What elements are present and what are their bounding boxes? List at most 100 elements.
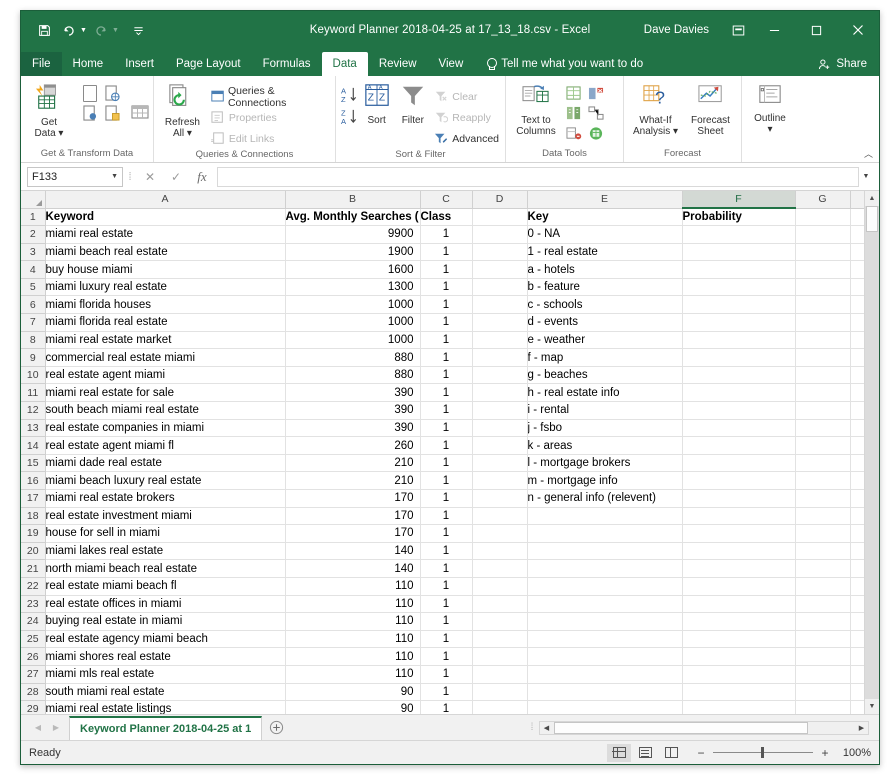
cell-e6[interactable]: c - schools — [527, 295, 683, 315]
cell-d29[interactable] — [472, 700, 528, 714]
cell-e10[interactable]: g - beaches — [527, 366, 683, 385]
cell-f7[interactable] — [682, 313, 796, 332]
vertical-scroll-thumb[interactable] — [866, 206, 878, 232]
row-header[interactable]: 26 — [21, 647, 46, 666]
consolidate-icon[interactable] — [565, 124, 583, 142]
cell-g16[interactable] — [795, 471, 851, 490]
cell-f13[interactable] — [682, 419, 796, 438]
cell-e20[interactable] — [527, 542, 683, 561]
cell-b8[interactable]: 1000 — [285, 331, 421, 350]
cell-f6[interactable] — [682, 295, 796, 315]
cell-h4[interactable] — [850, 260, 864, 279]
what-if-analysis-button[interactable]: ? What-If Analysis ▾ — [629, 81, 683, 137]
table-row[interactable]: 8 miami real estate market 1000 1 e - weathe… — [21, 331, 864, 350]
cell-f14[interactable] — [682, 436, 796, 455]
table-row[interactable]: 16 miami beach luxury real estate 210 1 m - … — [21, 471, 864, 490]
cell-g20[interactable] — [795, 542, 851, 561]
cell-f1[interactable]: Probability — [682, 208, 796, 227]
row-header[interactable]: 2 — [21, 225, 46, 244]
vertical-scrollbar[interactable]: ▲ ▼ — [864, 191, 879, 714]
cell-d16[interactable] — [472, 471, 528, 490]
row-header[interactable]: 21 — [21, 559, 46, 578]
cell-f20[interactable] — [682, 542, 796, 561]
row-header[interactable]: 13 — [21, 419, 46, 438]
sort-button[interactable]: ZZAA Sort — [360, 81, 393, 126]
row-header[interactable]: 23 — [21, 595, 46, 614]
tab-review[interactable]: Review — [368, 52, 428, 76]
cell-g27[interactable] — [795, 665, 851, 684]
row-header[interactable]: 14 — [21, 436, 46, 455]
cell-a3[interactable]: miami beach real estate — [45, 243, 286, 262]
cell-d8[interactable] — [472, 331, 528, 350]
cell-b23[interactable]: 110 — [285, 595, 421, 614]
user-account-name[interactable]: Dave Davies — [644, 24, 709, 36]
from-text-csv-icon[interactable] — [81, 84, 99, 102]
cell-a13[interactable]: real estate companies in miami — [45, 419, 286, 438]
cell-h27[interactable] — [850, 665, 864, 684]
row-header[interactable]: 8 — [21, 331, 46, 350]
cell-d7[interactable] — [472, 313, 528, 332]
table-row[interactable]: 20 miami lakes real estate 140 1 — [21, 542, 864, 561]
tab-file[interactable]: File — [21, 52, 62, 76]
cell-d5[interactable] — [472, 278, 528, 297]
sheet-tab-active[interactable]: Keyword Planner 2018-04-25 at 1 — [69, 715, 263, 740]
cell-d4[interactable] — [472, 260, 528, 279]
cell-h9[interactable] — [850, 348, 864, 367]
table-row[interactable]: 21 north miami beach real estate 140 1 — [21, 559, 864, 578]
table-row[interactable]: 28 south miami real estate 90 1 — [21, 683, 864, 702]
cell-f10[interactable] — [682, 366, 796, 385]
cell-c8[interactable]: 1 — [420, 331, 473, 350]
cell-g19[interactable] — [795, 524, 851, 543]
minimize-icon[interactable] — [753, 11, 795, 49]
cell-b28[interactable]: 90 — [285, 683, 421, 702]
scroll-up-icon[interactable]: ▲ — [865, 191, 879, 206]
row-header[interactable]: 22 — [21, 577, 46, 596]
scroll-right-icon[interactable]: ▶ — [855, 724, 868, 732]
cell-f25[interactable] — [682, 630, 796, 649]
cell-a16[interactable]: miami beach luxury real estate — [45, 471, 286, 490]
zoom-slider-track[interactable] — [713, 747, 813, 758]
text-to-columns-button[interactable]: Text to Columns — [510, 81, 562, 137]
cell-f9[interactable] — [682, 348, 796, 367]
table-row[interactable]: 5 miami luxury real estate 1300 1 b - featur… — [21, 278, 864, 297]
cell-e17[interactable]: n - general info (relevent) — [527, 489, 683, 508]
cell-b6[interactable]: 1000 — [285, 295, 421, 315]
zoom-slider-thumb[interactable] — [761, 747, 764, 758]
cell-a23[interactable]: real estate offices in miami — [45, 595, 286, 614]
cell-f18[interactable] — [682, 507, 796, 526]
cell-h6[interactable] — [850, 295, 864, 315]
row-header[interactable]: 29 — [21, 700, 46, 714]
scroll-down-icon[interactable]: ▼ — [865, 699, 879, 714]
cell-d27[interactable] — [472, 665, 528, 684]
cell-g8[interactable] — [795, 331, 851, 350]
recent-sources-icon[interactable] — [103, 104, 121, 122]
cell-f19[interactable] — [682, 524, 796, 543]
cell-g9[interactable] — [795, 348, 851, 367]
table-row[interactable]: 11 miami real estate for sale 390 1 h - real… — [21, 383, 864, 403]
cell-a21[interactable]: north miami beach real estate — [45, 559, 286, 578]
cell-g28[interactable] — [795, 683, 851, 702]
row-header[interactable]: 11 — [21, 383, 46, 403]
cell-h25[interactable] — [850, 630, 864, 649]
cell-c14[interactable]: 1 — [420, 436, 473, 455]
row-header[interactable]: 15 — [21, 454, 46, 473]
cell-e28[interactable] — [527, 683, 683, 702]
normal-view-button[interactable] — [607, 743, 631, 762]
from-table-range-icon[interactable] — [81, 104, 99, 122]
cell-b15[interactable]: 210 — [285, 454, 421, 473]
cell-h2[interactable] — [850, 225, 864, 244]
cell-a18[interactable]: real estate investment miami — [45, 507, 286, 526]
cell-f11[interactable] — [682, 383, 796, 403]
cell-c6[interactable]: 1 — [420, 295, 473, 315]
cell-h21[interactable] — [850, 559, 864, 578]
cell-a6[interactable]: miami florida houses — [45, 295, 286, 315]
table-row[interactable]: 13 real estate companies in miami 390 1 j - … — [21, 419, 864, 438]
cell-a10[interactable]: real estate agent miami — [45, 366, 286, 385]
cell-h3[interactable] — [850, 243, 864, 262]
existing-connections-icon[interactable] — [131, 103, 149, 121]
cell-b11[interactable]: 390 — [285, 383, 421, 403]
relationships-icon[interactable] — [587, 104, 605, 122]
cell-h18[interactable] — [850, 507, 864, 526]
cell-b24[interactable]: 110 — [285, 612, 421, 631]
cell-h12[interactable] — [850, 401, 864, 420]
